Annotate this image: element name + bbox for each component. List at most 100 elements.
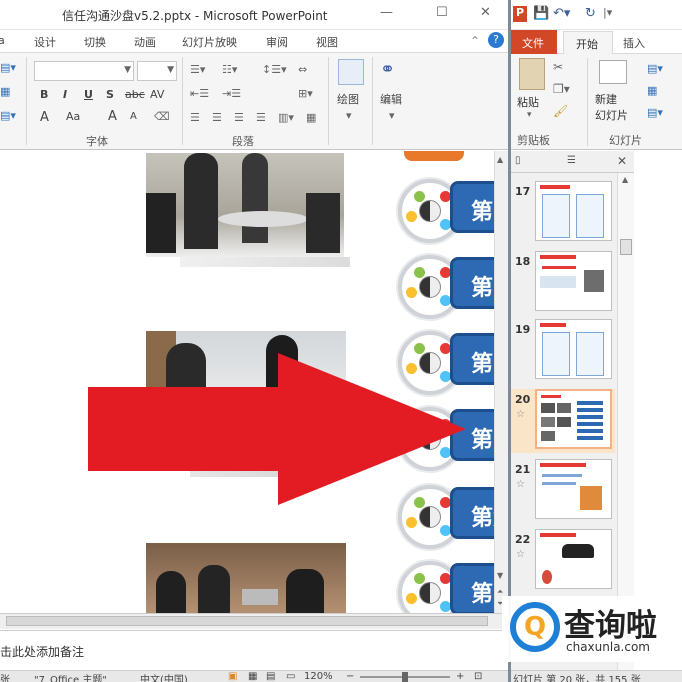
horizontal-scrollbar[interactable] [0, 613, 508, 629]
normal-view-icon[interactable]: ▣ [228, 671, 237, 682]
save-icon[interactable]: 💾 [533, 6, 549, 21]
shapes-icon[interactable] [338, 59, 364, 85]
edit-button[interactable]: 编辑 [380, 91, 402, 107]
slide-vertical-scrollbar[interactable]: ▲ ▼ ⏶ ⏷ [494, 151, 508, 613]
sorter-view-icon[interactable]: ▦ [248, 671, 257, 682]
slide-thumbnail-selected[interactable] [535, 389, 612, 449]
layout-icon[interactable]: ▤▾ [647, 62, 663, 75]
caption-text [180, 257, 350, 267]
text-direction-icon[interactable]: ⇔ [298, 63, 307, 76]
scroll-up-icon[interactable]: ▲ [622, 175, 628, 184]
draw-button[interactable]: 绘图 [337, 91, 359, 107]
scroll-thumb[interactable] [620, 239, 632, 255]
zoom-slider-thumb[interactable] [402, 672, 408, 682]
theme-name[interactable]: "7_Office 主题" [34, 671, 107, 682]
tab-home[interactable]: 开始 [563, 31, 613, 55]
decrease-indent-icon[interactable]: ⇤☰ [190, 87, 209, 100]
chevron-down-icon[interactable]: ▾ [389, 109, 395, 122]
tab-insert[interactable]: 插入 [623, 35, 645, 51]
line-spacing-icon[interactable]: ↕☰▾ [262, 63, 287, 76]
shrink-font-button[interactable]: A [130, 111, 137, 122]
slide-thumbnail[interactable] [535, 319, 612, 379]
tab-review[interactable]: 审阅 [266, 34, 288, 50]
align-text-icon[interactable]: ⊞▾ [298, 87, 313, 100]
bold-button[interactable]: B [40, 88, 48, 101]
redo-icon[interactable]: ↻ [585, 6, 596, 21]
language[interactable]: 中文(中国) [140, 671, 188, 682]
section-icon[interactable]: ▤▾ [647, 106, 663, 119]
bullets-icon[interactable]: ☰▾ [190, 63, 205, 76]
clear-format-icon[interactable]: ⌫ [154, 110, 170, 123]
outline-tab-icon[interactable]: ☰ [567, 155, 576, 166]
cut-icon[interactable]: ✂ [553, 60, 563, 74]
strikethrough-button[interactable]: abc [125, 88, 145, 101]
tab-file[interactable]: 文件 [511, 30, 557, 54]
scroll-up-icon[interactable]: ▲ [497, 155, 503, 164]
grow-font-button[interactable]: A [108, 109, 117, 124]
slide-position-status: 幻灯片 第 20 张，共 155 张 [513, 675, 641, 682]
slides-tab-icon[interactable]: ▯ [515, 155, 521, 166]
char-spacing-button[interactable]: AV [150, 88, 164, 101]
binoculars-icon[interactable]: ⚭ [380, 59, 395, 80]
scroll-down-icon[interactable]: ▼ [497, 571, 503, 580]
layout-icon[interactable]: ▤▾ [0, 61, 16, 74]
font-size-combo[interactable]: ▼ [137, 61, 177, 81]
tab-slideshow[interactable]: 幻灯片放映 [182, 34, 237, 50]
tab-view[interactable]: 视图 [316, 34, 338, 50]
smartart-icon[interactable]: ▦ [306, 111, 316, 124]
columns-icon[interactable]: ▥▾ [278, 111, 294, 124]
copy-icon[interactable]: ❐▾ [553, 82, 570, 96]
maximize-icon[interactable]: ☐ [436, 5, 448, 20]
slide-canvas[interactable]: 第1 第3 第四 第3 第六 第3 [0, 151, 510, 625]
tab-fragment[interactable]: a [0, 34, 5, 47]
undo-icon[interactable]: ↶▾ [553, 6, 570, 21]
fit-window-icon[interactable]: ⊡ [474, 671, 482, 682]
powerpoint-logo-icon[interactable]: P [513, 6, 527, 22]
format-painter-icon[interactable]: 🖌 [553, 104, 568, 118]
align-right-icon[interactable]: ☰ [234, 111, 244, 124]
font-color-button[interactable]: A [40, 110, 49, 125]
reset-icon[interactable]: ▦ [0, 85, 10, 98]
italic-button[interactable]: I [63, 88, 67, 101]
close-pane-icon[interactable]: ✕ [617, 154, 627, 168]
slide-thumbnail[interactable] [535, 529, 612, 589]
collapse-ribbon-icon[interactable]: ⌃ [470, 34, 480, 48]
person-figure [242, 153, 268, 243]
zoom-out-icon[interactable]: − [346, 671, 354, 682]
customize-toolbar-icon[interactable]: |▾ [603, 6, 612, 19]
notes-placeholder: 击此处添加备注 [0, 645, 85, 659]
section-icon[interactable]: ▤▾ [0, 109, 16, 122]
minimize-icon[interactable]: — [380, 5, 393, 20]
numbering-icon[interactable]: ☷▾ [222, 63, 237, 76]
chevron-down-icon: ▼ [124, 65, 131, 75]
justify-icon[interactable]: ☰ [256, 111, 266, 124]
zoom-in-icon[interactable]: + [456, 671, 464, 682]
new-slide-icon[interactable] [599, 60, 627, 84]
shadow-button[interactable]: S [106, 88, 114, 101]
help-icon[interactable]: ? [488, 32, 504, 48]
slide-thumbnail[interactable] [535, 459, 612, 519]
reading-view-icon[interactable]: ▤ [266, 671, 275, 682]
font-name-combo[interactable]: ▼ [34, 61, 134, 81]
increase-indent-icon[interactable]: ⇥☰ [222, 87, 241, 100]
zoom-level[interactable]: 120% [304, 671, 333, 682]
change-case-button[interactable]: Aa [66, 110, 80, 123]
chevron-down-icon[interactable]: ▾ [346, 109, 352, 122]
chevron-down-icon[interactable]: ▾ [527, 110, 532, 120]
tab-transitions[interactable]: 切换 [84, 34, 106, 50]
notes-pane[interactable]: 击此处添加备注 [0, 630, 508, 670]
paste-icon[interactable] [519, 58, 545, 90]
tab-design[interactable]: 设计 [34, 34, 56, 50]
reset-icon[interactable]: ▦ [647, 84, 657, 97]
underline-button[interactable]: U [84, 88, 93, 101]
slide-thumbnail[interactable] [535, 251, 612, 311]
align-left-icon[interactable]: ☰ [190, 111, 200, 124]
slideshow-view-icon[interactable]: ▭ [286, 671, 295, 682]
align-center-icon[interactable]: ☰ [212, 111, 222, 124]
close-icon[interactable]: ✕ [480, 5, 491, 20]
scroll-thumb[interactable] [6, 616, 488, 626]
slide-thumbnail[interactable] [535, 181, 612, 241]
paste-button[interactable]: 粘贴 [517, 94, 539, 110]
new-slide-button[interactable]: 新建 幻灯片 [595, 92, 628, 124]
tab-animations[interactable]: 动画 [134, 34, 156, 50]
